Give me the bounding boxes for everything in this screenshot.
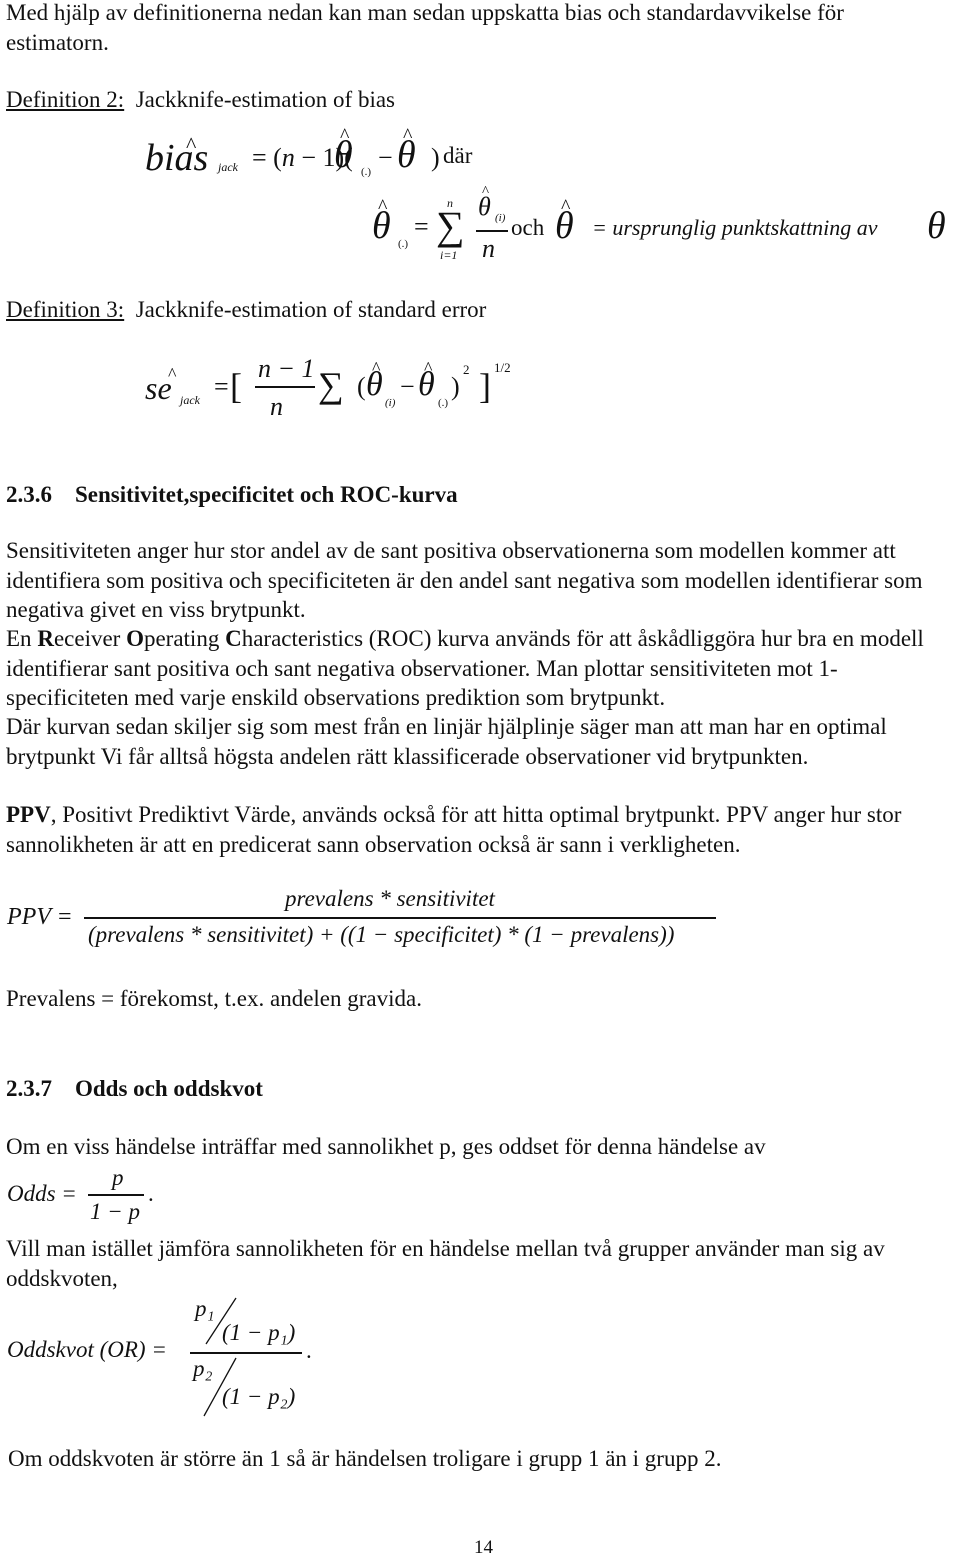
ppv-lhs: PPV =	[7, 904, 73, 930]
p2-bottom: (1 − p₂)	[222, 1384, 296, 1409]
hat-accent: ^	[482, 184, 490, 200]
section-title: Sensitivitet,specificitet och ROC-kurva	[75, 482, 458, 507]
theta-hat-definition: = ursprunglig punktskattning av	[592, 215, 878, 240]
equals-sign: =	[414, 212, 429, 241]
subscript-dot: (.)	[438, 397, 449, 409]
open-paren: (	[357, 372, 366, 401]
hat-accent: ^	[340, 125, 350, 147]
fraction-bar	[476, 230, 508, 232]
period: .	[306, 1338, 312, 1363]
sensitivity-paragraph: Sensitiviteten anger hur stor andel av d…	[6, 538, 923, 622]
hat-accent: ^	[168, 364, 177, 384]
hat-accent: ^	[403, 125, 413, 147]
odds-lhs: Odds =	[7, 1181, 77, 1206]
hat-accent: ^	[372, 358, 381, 378]
minus-sign: −	[378, 143, 393, 172]
oddskvot-paragraph: Vill man istället jämföra sannolikheten …	[6, 1236, 885, 1291]
square-exponent: 2	[463, 362, 470, 377]
se-subscript: jack	[180, 393, 200, 407]
section-number: 2.3.7	[6, 1076, 52, 1101]
hat-accent: ^	[378, 196, 388, 218]
section-number: 2.3.6	[6, 482, 52, 507]
p1-bottom: (1 − p₁)	[222, 1320, 296, 1345]
hat-accent: ^	[186, 132, 197, 157]
ppv-bold: PPV	[6, 802, 51, 827]
subscript-dot: (.)	[398, 238, 409, 250]
minus-sign: −	[400, 372, 415, 401]
definition-2-title: Jackknife-estimation of bias	[135, 87, 395, 112]
subscript-i: (i)	[495, 212, 506, 224]
intro-line-1: Med hjälp av definitionerna nedan kan ma…	[6, 0, 844, 25]
ppv-paragraph: PPV, Positivt Prediktivt Värde, används …	[6, 802, 902, 857]
intro-line-2: estimatorn.	[6, 30, 109, 55]
definition-3-title: Jackknife-estimation of standard error	[135, 297, 487, 322]
denominator-n: n	[482, 234, 495, 263]
close-paren: )	[431, 143, 440, 172]
sum-lower: i=1	[440, 248, 458, 262]
prevalens-note: Prevalens = förekomst, t.ex. andelen gra…	[6, 986, 422, 1011]
power-exponent: 1/2	[494, 360, 511, 375]
odds-numerator: p	[112, 1165, 124, 1190]
hat-accent: ^	[424, 358, 433, 378]
sigma-icon: ∑	[436, 203, 465, 248]
bias-subscript: jack	[218, 160, 238, 174]
open-bracket: [	[230, 366, 242, 406]
definition-2-label: Definition 2:	[6, 87, 125, 112]
ppv-denominator: (prevalens * sensitivitet) + ((1 − speci…	[88, 922, 675, 947]
fraction-bar	[88, 1194, 144, 1196]
hat-accent: ^	[561, 196, 571, 218]
fraction-bar	[255, 386, 315, 388]
odds-intro: Om en viss händelse inträffar med sannol…	[6, 1134, 766, 1159]
definition-3-heading: Definition 3: Jackknife-estimation of st…	[6, 297, 486, 323]
definition-2-heading: Definition 2: Jackknife-estimation of bi…	[6, 87, 395, 113]
roc-paragraph: En Receiver Operating Characteristics (R…	[6, 626, 924, 710]
subscript-i: (i)	[385, 397, 396, 409]
ppv-numerator: prevalens * sensitivitet	[285, 886, 495, 911]
fraction-bar	[190, 1352, 302, 1354]
subscript-dot: (.)	[361, 166, 372, 178]
or-lhs: Oddskvot (OR) =	[7, 1337, 167, 1362]
fraction-bar	[84, 917, 716, 919]
period: .	[148, 1181, 154, 1206]
section-title: Odds och oddskvot	[75, 1076, 263, 1101]
frac-denominator: n	[270, 392, 283, 421]
odds-denominator: 1 − p	[90, 1199, 141, 1224]
optimal-cutoff-paragraph: Där kurvan sedan skiljer sig som mest fr…	[6, 714, 887, 769]
sigma-icon: ∑	[318, 365, 344, 405]
section-2-3-7-heading: 2.3.7 Odds och oddskvot	[6, 1076, 263, 1102]
oddskvot-conclusion: Om oddskvoten är större än 1 så är hände…	[8, 1446, 722, 1471]
definition-3-label: Definition 3:	[6, 297, 125, 322]
frac-numerator: n − 1	[258, 354, 315, 383]
och-word: och	[511, 215, 545, 240]
close-bracket: ]	[479, 366, 491, 406]
equals-sign: =	[214, 372, 229, 401]
section-2-3-6-heading: 2.3.6 Sensitivitet,specificitet och ROC-…	[6, 482, 458, 508]
close-paren: )	[451, 372, 460, 401]
theta-symbol: θ	[927, 205, 946, 247]
bias-lhs: bias	[145, 137, 209, 179]
where-word: där	[443, 143, 473, 168]
